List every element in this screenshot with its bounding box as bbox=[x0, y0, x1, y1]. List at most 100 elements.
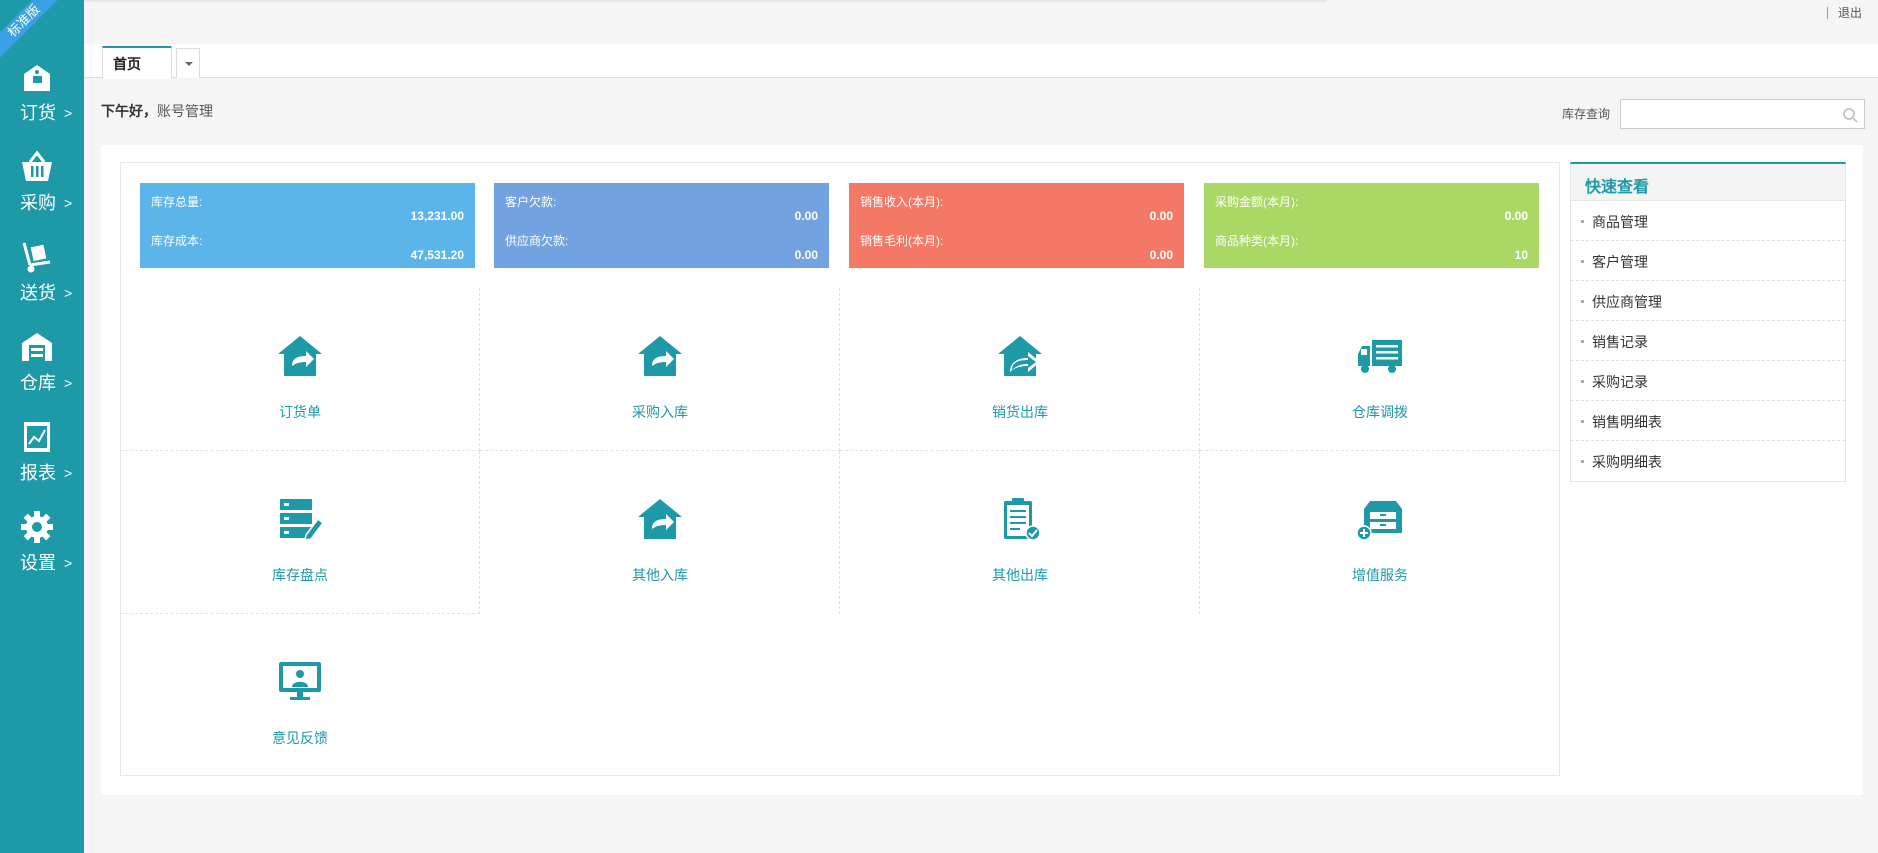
sidebar-item-delivery[interactable]: 送货 > bbox=[0, 240, 84, 326]
bullet-icon bbox=[1581, 299, 1584, 303]
shortcut-label: 意见反馈 bbox=[272, 730, 328, 746]
stat-card-inventory: 库存总量: 13,231.00 库存成本: 47,531.20 bbox=[140, 183, 475, 268]
gear-icon bbox=[21, 511, 53, 543]
house-out-icon bbox=[998, 336, 1042, 376]
tab-dropdown-button[interactable] bbox=[176, 48, 200, 78]
stat-label: 销售收入(本月): bbox=[860, 195, 944, 209]
stat-value: 0.00 bbox=[1504, 209, 1528, 223]
stat-value: 47,531.20 bbox=[410, 248, 464, 262]
shortcut-label: 库存盘点 bbox=[272, 567, 328, 583]
sidebar-item-purchase[interactable]: 采购 > bbox=[0, 150, 84, 236]
tab-home[interactable]: 首页 bbox=[102, 46, 172, 79]
order-tag-icon bbox=[24, 65, 50, 91]
bullet-icon bbox=[1581, 339, 1584, 343]
stat-label: 销售毛利(本月): bbox=[860, 234, 944, 248]
stat-card-purchase: 采购金额(本月): 0.00 商品种类(本月): 10 bbox=[1204, 183, 1539, 268]
shortcut-label: 采购入库 bbox=[632, 404, 688, 420]
bullet-icon bbox=[1581, 419, 1584, 423]
shortcut-label: 增值服务 bbox=[1352, 567, 1408, 583]
shortcut-other-out[interactable]: 其他出库 bbox=[840, 451, 1200, 614]
quick-item-sales-record[interactable]: 销售记录 bbox=[1571, 321, 1845, 361]
chevron-right-icon: > bbox=[64, 375, 73, 391]
chevron-right-icon: > bbox=[64, 105, 73, 121]
stat-value: 0.00 bbox=[794, 209, 818, 223]
shortcut-feedback[interactable]: 意见反馈 bbox=[120, 614, 480, 777]
account-management-link[interactable]: 账号管理 bbox=[157, 103, 213, 119]
shortcut-warehouse-transfer[interactable]: 仓库调拨 bbox=[1200, 288, 1560, 451]
shortcut-purchase-in[interactable]: 采购入库 bbox=[480, 288, 840, 451]
quick-item-purchase-detail[interactable]: 采购明细表 bbox=[1571, 441, 1845, 481]
chevron-right-icon: > bbox=[64, 465, 73, 481]
sidebar: 标准版 订货 > 采购 > 送货 > 仓库 > 报表 > 设置 > bbox=[0, 0, 84, 853]
shortcut-other-in[interactable]: 其他入库 bbox=[480, 451, 840, 614]
greeting-text: 下午好， bbox=[101, 103, 157, 119]
quick-item-label: 供应商管理 bbox=[1592, 294, 1662, 310]
sidebar-item-label: 仓库 bbox=[20, 373, 56, 393]
shortcut-label: 其他出库 bbox=[992, 567, 1048, 583]
quick-item-purchase-record[interactable]: 采购记录 bbox=[1571, 361, 1845, 401]
sidebar-item-label: 报表 bbox=[20, 463, 56, 483]
quick-item-label: 客户管理 bbox=[1592, 254, 1648, 270]
stat-label: 供应商欠款: bbox=[505, 234, 569, 248]
monitor-user-icon bbox=[279, 662, 321, 700]
sidebar-item-report[interactable]: 报表 > bbox=[0, 420, 84, 506]
shortcut-order-sheet[interactable]: 订货单 bbox=[120, 288, 480, 451]
tab-bar: 首页 bbox=[84, 44, 1878, 79]
quick-item-label: 采购明细表 bbox=[1592, 454, 1662, 470]
greeting: 下午好，账号管理 bbox=[101, 102, 213, 120]
shortcut-label: 订货单 bbox=[279, 404, 321, 420]
stock-search-input[interactable] bbox=[1621, 100, 1831, 128]
logout-link[interactable]: 退出 bbox=[1838, 5, 1862, 21]
shortcut-label: 销货出库 bbox=[992, 404, 1048, 420]
house-arrow-icon bbox=[638, 499, 682, 539]
stock-search-box bbox=[1620, 99, 1865, 129]
shortcut-stocktake[interactable]: 库存盘点 bbox=[120, 451, 480, 614]
quick-item-customer[interactable]: 客户管理 bbox=[1571, 241, 1845, 281]
stat-label: 库存成本: bbox=[151, 234, 203, 248]
chevron-right-icon: > bbox=[64, 555, 73, 571]
stat-label: 客户欠款: bbox=[505, 195, 557, 209]
cabinet-plus-icon bbox=[1356, 501, 1402, 541]
sidebar-item-order[interactable]: 订货 > bbox=[0, 60, 84, 146]
sidebar-item-label: 订货 bbox=[20, 103, 56, 123]
quick-item-label: 商品管理 bbox=[1592, 214, 1648, 230]
hand-truck-icon bbox=[22, 242, 51, 273]
edition-label: 标准版 bbox=[0, 0, 60, 60]
quick-view-panel: 快速查看 商品管理 客户管理 供应商管理 销售记录 采购记录 销售明细表 采购明… bbox=[1570, 162, 1846, 482]
quick-item-label: 销售记录 bbox=[1592, 334, 1648, 350]
bullet-icon bbox=[1581, 459, 1584, 463]
quick-item-supplier[interactable]: 供应商管理 bbox=[1571, 281, 1845, 321]
house-arrow-icon bbox=[638, 336, 682, 376]
sidebar-item-label: 送货 bbox=[20, 283, 56, 303]
search-icon[interactable] bbox=[1842, 107, 1858, 123]
bullet-icon bbox=[1581, 379, 1584, 383]
sidebar-item-warehouse[interactable]: 仓库 > bbox=[0, 330, 84, 416]
shortcut-sales-out[interactable]: 销货出库 bbox=[840, 288, 1200, 451]
edition-ribbon: 标准版 bbox=[0, 0, 60, 60]
stock-search-label: 库存查询 bbox=[1562, 107, 1611, 121]
stat-label: 采购金额(本月): bbox=[1215, 195, 1299, 209]
stat-card-debts: 客户欠款: 0.00 供应商欠款: 0.00 bbox=[494, 183, 829, 268]
stat-value: 0.00 bbox=[1149, 248, 1173, 262]
quick-item-label: 采购记录 bbox=[1592, 374, 1648, 390]
quick-item-product[interactable]: 商品管理 bbox=[1571, 201, 1845, 241]
clipboard-check-icon bbox=[1004, 498, 1041, 541]
report-chart-icon bbox=[24, 422, 50, 452]
stat-value: 10 bbox=[1514, 248, 1528, 262]
stat-label: 商品种类(本月): bbox=[1215, 234, 1299, 248]
house-arrow-icon bbox=[278, 336, 322, 376]
stat-value: 0.00 bbox=[1149, 209, 1173, 223]
chevron-right-icon: > bbox=[64, 195, 73, 211]
shortcut-value-added[interactable]: 增值服务 bbox=[1200, 451, 1560, 614]
quick-item-sales-detail[interactable]: 销售明细表 bbox=[1571, 401, 1845, 441]
sidebar-item-settings[interactable]: 设置 > bbox=[0, 510, 84, 596]
stat-label: 库存总量: bbox=[151, 195, 203, 209]
quick-item-label: 销售明细表 bbox=[1592, 414, 1662, 430]
top-divider bbox=[84, 0, 1327, 2]
header-separator bbox=[1827, 7, 1828, 19]
stat-value: 0.00 bbox=[794, 248, 818, 262]
warehouse-icon bbox=[22, 333, 52, 361]
chevron-right-icon: > bbox=[64, 285, 73, 301]
shortcut-label: 其他入库 bbox=[632, 567, 688, 583]
shortcut-label: 仓库调拨 bbox=[1352, 404, 1408, 420]
